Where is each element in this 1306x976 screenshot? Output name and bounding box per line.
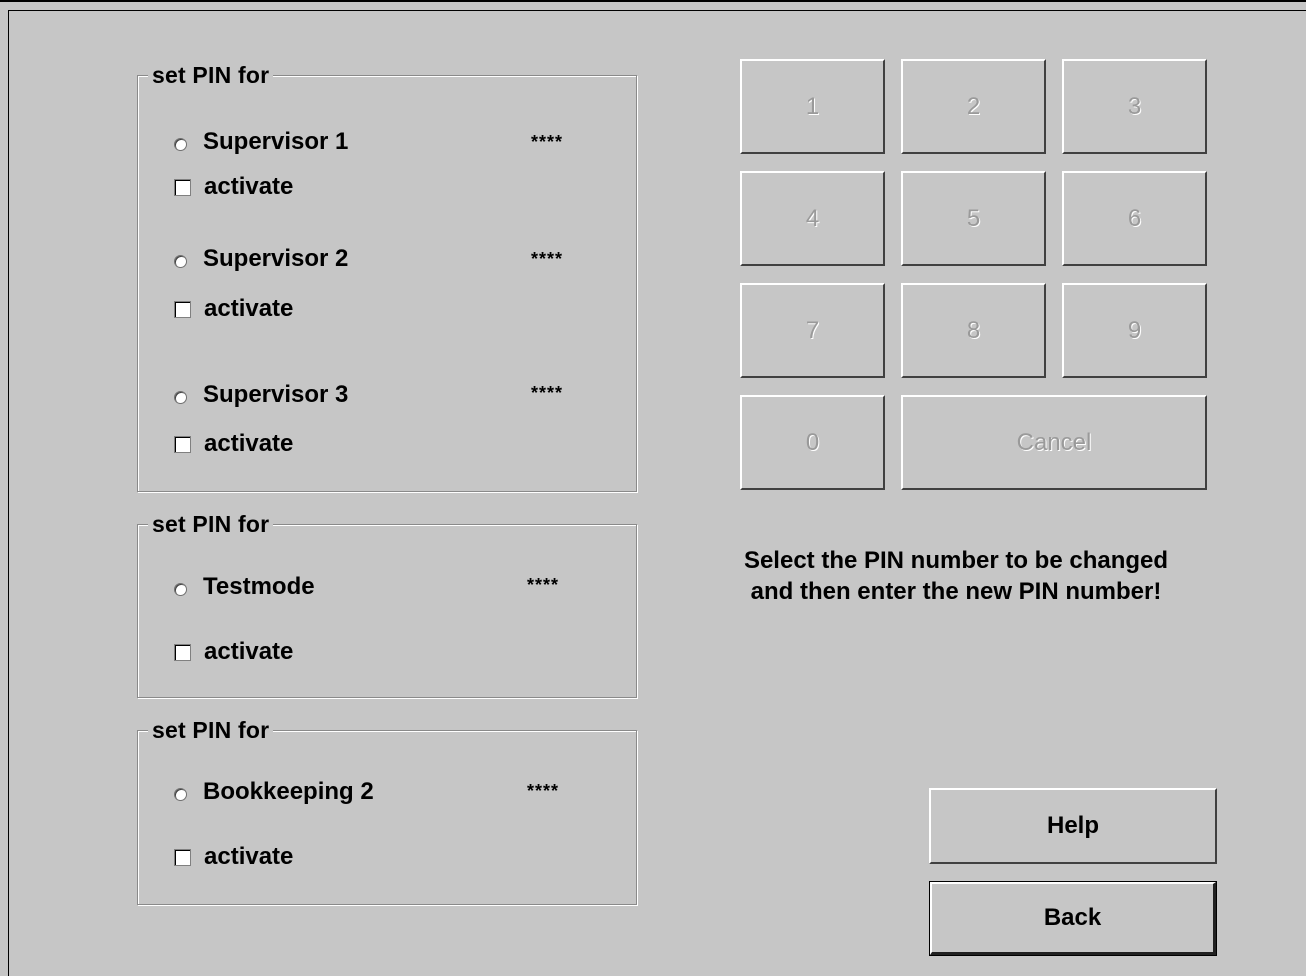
radio-bookkeeping-2[interactable]: Bookkeeping 2 bbox=[174, 777, 374, 807]
pin-group-bookkeeping: set PIN for Bookkeeping 2 **** activate bbox=[137, 717, 637, 905]
instructions-line-2: and then enter the new PIN number! bbox=[750, 578, 1162, 605]
checkbox-activate-supervisor-3[interactable]: activate bbox=[174, 429, 293, 459]
radio-button[interactable] bbox=[174, 787, 187, 801]
checkbox-label: activate bbox=[204, 843, 294, 870]
keypad-key-5[interactable]: 5 bbox=[901, 171, 1046, 266]
help-button[interactable]: Help bbox=[929, 788, 1217, 864]
radio-label: Supervisor 3 bbox=[203, 381, 349, 408]
radio-supervisor-1[interactable]: Supervisor 1 bbox=[174, 127, 348, 157]
group-legend: set PIN for bbox=[148, 511, 274, 537]
radio-button[interactable] bbox=[174, 137, 187, 151]
checkbox[interactable] bbox=[174, 643, 191, 661]
keypad-key-0[interactable]: 0 bbox=[740, 395, 885, 490]
keypad-cancel-button[interactable]: Cancel bbox=[901, 395, 1207, 490]
radio-label: Testmode bbox=[203, 573, 315, 600]
keypad-key-9[interactable]: 9 bbox=[1062, 283, 1207, 378]
back-button[interactable]: Back bbox=[929, 881, 1217, 956]
checkbox-activate-supervisor-2[interactable]: activate bbox=[174, 294, 293, 324]
checkbox-activate-bookkeeping-2[interactable]: activate bbox=[174, 842, 293, 872]
pin-group-testmode: set PIN for Testmode **** activate bbox=[137, 511, 637, 698]
keypad-key-7[interactable]: 7 bbox=[740, 283, 885, 378]
group-legend: set PIN for bbox=[148, 62, 274, 88]
pin-mask: **** bbox=[531, 383, 564, 403]
keypad-key-2[interactable]: 2 bbox=[901, 59, 1046, 154]
checkbox[interactable] bbox=[174, 178, 191, 196]
checkbox-activate-supervisor-1[interactable]: activate bbox=[174, 172, 293, 202]
keypad-key-6[interactable]: 6 bbox=[1062, 171, 1207, 266]
radio-label: Bookkeeping 2 bbox=[203, 778, 374, 805]
radio-button[interactable] bbox=[174, 582, 187, 596]
pin-mask: **** bbox=[527, 781, 560, 801]
group-legend: set PIN for bbox=[148, 717, 274, 743]
checkbox-activate-testmode[interactable]: activate bbox=[174, 637, 293, 667]
checkbox[interactable] bbox=[174, 435, 191, 453]
keypad-key-4[interactable]: 4 bbox=[740, 171, 885, 266]
keypad-key-8[interactable]: 8 bbox=[901, 283, 1046, 378]
pin-mask: **** bbox=[527, 575, 560, 595]
instructions-text: Select the PIN number to be changed and … bbox=[700, 545, 1212, 607]
keypad-key-3[interactable]: 3 bbox=[1062, 59, 1207, 154]
instructions-line-1: Select the PIN number to be changed bbox=[743, 547, 1169, 574]
pin-mask: **** bbox=[531, 132, 564, 152]
radio-button[interactable] bbox=[174, 390, 187, 404]
checkbox-label: activate bbox=[204, 295, 294, 322]
checkbox[interactable] bbox=[174, 300, 191, 318]
radio-supervisor-3[interactable]: Supervisor 3 bbox=[174, 380, 348, 410]
window-frame-top bbox=[0, 0, 1306, 2]
pin-group-supervisors: set PIN for Supervisor 1 **** activate S… bbox=[137, 62, 637, 492]
radio-label: Supervisor 2 bbox=[203, 245, 349, 272]
radio-testmode[interactable]: Testmode bbox=[174, 572, 315, 602]
checkbox[interactable] bbox=[174, 848, 191, 866]
window-frame-inner-top bbox=[8, 10, 1306, 11]
radio-supervisor-2[interactable]: Supervisor 2 bbox=[174, 244, 348, 274]
keypad-key-1[interactable]: 1 bbox=[740, 59, 885, 154]
radio-label: Supervisor 1 bbox=[203, 128, 349, 155]
window-frame-left bbox=[8, 10, 9, 976]
checkbox-label: activate bbox=[204, 430, 294, 457]
radio-button[interactable] bbox=[174, 254, 187, 268]
pin-mask: **** bbox=[531, 249, 564, 269]
checkbox-label: activate bbox=[204, 638, 294, 665]
checkbox-label: activate bbox=[204, 173, 294, 200]
